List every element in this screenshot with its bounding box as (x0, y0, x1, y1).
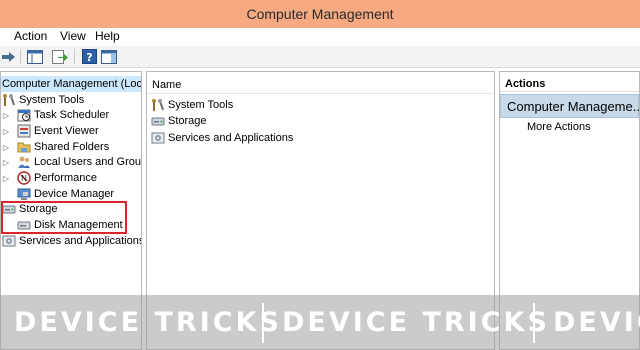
expand-arrow-icon[interactable]: ▷ (1, 143, 11, 152)
action-pane-icon (101, 49, 117, 64)
performance-icon: N (17, 171, 31, 185)
tree-item-label: System Tools (19, 94, 85, 106)
actions-section-computer-management[interactable]: Computer Manageme... (500, 94, 639, 118)
actions-header-label: Actions (505, 78, 546, 90)
tree-item-label: Services and Applications (19, 235, 142, 247)
show-hide-console-tree-button[interactable] (26, 48, 44, 65)
watermark-text: DEVICE TRICKS (282, 307, 550, 338)
tree-item-label: Computer Management (Local (2, 78, 142, 90)
actions-section-label: Computer Manageme... (507, 99, 640, 114)
tree-item-label: Shared Folders (34, 141, 110, 153)
device-manager-icon (17, 187, 31, 201)
watermark-divider (262, 303, 264, 343)
tree-item-performance[interactable]: ▷ N Performance (1, 170, 97, 186)
show-hide-action-pane-button[interactable] (100, 48, 118, 65)
tree-item-label: Event Viewer (34, 125, 99, 137)
tree-item-label: Performance (34, 172, 97, 184)
forward-arrow-icon (2, 51, 15, 62)
menu-action[interactable]: Action (14, 29, 47, 43)
window-title: Computer Management (246, 6, 394, 22)
forward-button[interactable] (0, 48, 18, 65)
tree-item-label: Task Scheduler (34, 109, 110, 121)
export-list-button[interactable] (51, 48, 69, 65)
tools-icon (2, 93, 16, 107)
toolbar: ? (0, 46, 640, 68)
watermark-banner: DEVICE TRICKS DEVICE TRICKS DEVIC (0, 295, 640, 350)
tree-item-label: Local Users and Groups (34, 156, 142, 168)
menu-view[interactable]: View (60, 29, 86, 43)
list-item-services-and-applications[interactable]: Services and Applications (151, 130, 293, 146)
expand-arrow-icon[interactable]: ▷ (1, 174, 11, 183)
help-button[interactable]: ? (80, 48, 98, 65)
watermark-divider (533, 303, 535, 343)
actions-header: Actions (500, 72, 639, 92)
tree-item-local-users-and-groups[interactable]: ▷ Local Users and Groups (1, 154, 142, 170)
list-item-system-tools[interactable]: System Tools (151, 97, 233, 113)
console-tree-icon (27, 49, 43, 64)
annotation-highlight-box (1, 201, 127, 234)
toolbar-separator (74, 49, 75, 64)
watermark-text: DEVIC (553, 307, 640, 338)
export-list-icon (52, 49, 68, 64)
watermark-text: DEVICE TRICKS (14, 307, 282, 338)
menu-help[interactable]: Help (95, 29, 120, 43)
tools-icon (151, 98, 165, 112)
list-item-label: Storage (168, 115, 207, 127)
expand-arrow-icon[interactable]: ▷ (1, 111, 11, 120)
users-icon (17, 155, 31, 169)
svg-text:?: ? (86, 51, 92, 64)
event-viewer-icon (17, 124, 31, 138)
menu-bar: Action View Help (0, 28, 640, 46)
tree-item-event-viewer[interactable]: ▷ Event Viewer (1, 123, 99, 139)
expand-arrow-icon[interactable]: ▷ (1, 127, 11, 136)
tree-item-system-tools[interactable]: System Tools (2, 92, 84, 108)
column-header-name[interactable]: Name (147, 72, 494, 94)
svg-text:N: N (21, 174, 27, 183)
tree-item-task-scheduler[interactable]: ▷ Task Scheduler (1, 107, 109, 123)
list-item-label: Services and Applications (168, 132, 294, 144)
column-header-label: Name (152, 79, 182, 91)
shared-folder-icon (17, 140, 31, 154)
tree-item-label: Device Manager (34, 188, 115, 200)
services-icon (2, 234, 16, 248)
more-actions-link[interactable]: More Actions (527, 121, 591, 133)
tree-item-services-and-applications[interactable]: Services and Applications (2, 233, 142, 249)
help-icon: ? (81, 49, 97, 64)
tree-item-device-manager[interactable]: Device Manager (17, 186, 114, 202)
services-icon (151, 131, 165, 145)
tree-item-shared-folders[interactable]: ▷ Shared Folders (1, 139, 109, 155)
storage-icon (151, 114, 165, 128)
list-item-label: System Tools (168, 99, 234, 111)
expand-arrow-icon[interactable]: ▷ (1, 158, 11, 167)
task-scheduler-icon (17, 108, 31, 122)
list-item-storage[interactable]: Storage (151, 113, 207, 129)
toolbar-separator (20, 49, 21, 64)
title-bar: Computer Management (0, 0, 640, 28)
tree-item-computer-management[interactable]: Computer Management (Local (1, 76, 142, 92)
